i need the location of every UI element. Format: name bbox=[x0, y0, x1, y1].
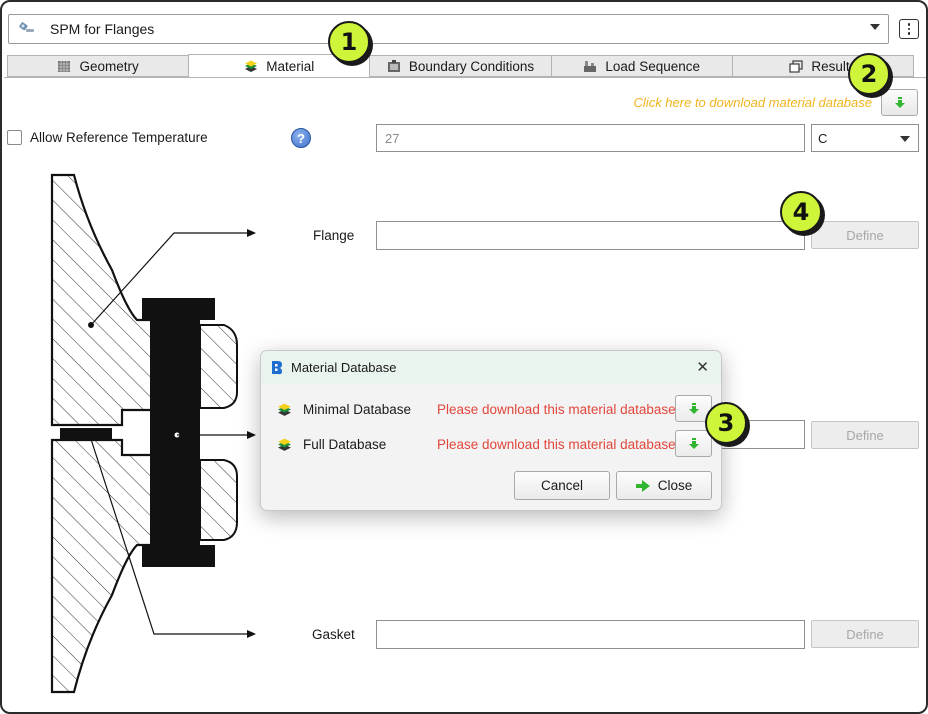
dialog-title: Material Database bbox=[291, 360, 397, 375]
cancel-label: Cancel bbox=[540, 478, 584, 493]
flange-define-button[interactable]: Define bbox=[811, 221, 919, 249]
allow-reference-temperature-label: Allow Reference Temperature bbox=[30, 130, 208, 145]
download-database-link[interactable]: Click here to download material database bbox=[562, 95, 872, 110]
material-layers-icon bbox=[278, 403, 291, 416]
download-arrow-icon bbox=[688, 402, 699, 414]
geometry-icon bbox=[58, 60, 71, 72]
tab-label: Boundary Conditions bbox=[408, 58, 535, 74]
temperature-unit-value: C bbox=[818, 130, 828, 146]
reference-temperature-input[interactable]: 27 bbox=[376, 124, 805, 152]
wrench-bolt-icon bbox=[18, 20, 36, 38]
gasket-label: Gasket bbox=[312, 627, 355, 642]
load-sequence-icon bbox=[584, 60, 597, 72]
tab-load-sequence[interactable]: Load Sequence bbox=[550, 55, 732, 77]
dialog-titlebar: Material Database ✕ bbox=[261, 351, 721, 384]
boundary-conditions-icon bbox=[387, 59, 400, 72]
close-label: Close bbox=[657, 478, 693, 493]
bolt-define-button[interactable]: Define bbox=[811, 421, 919, 449]
tab-geometry[interactable]: Geometry bbox=[7, 55, 189, 77]
arrow-right-icon bbox=[635, 479, 650, 492]
minimal-database-row: Minimal Database Please download this ma… bbox=[277, 402, 717, 417]
download-full-database-button[interactable] bbox=[675, 430, 712, 457]
results-icon bbox=[789, 59, 804, 73]
more-options-icon[interactable] bbox=[899, 19, 919, 39]
material-layers-icon bbox=[278, 438, 291, 451]
temperature-unit-dropdown[interactable]: C bbox=[811, 124, 919, 152]
minimal-database-name: Minimal Database bbox=[303, 402, 412, 417]
download-database-button[interactable] bbox=[881, 89, 918, 116]
close-button[interactable]: Close bbox=[616, 471, 712, 500]
tab-label: Geometry bbox=[79, 58, 139, 74]
material-layers-icon bbox=[245, 60, 258, 72]
chevron-down-icon bbox=[900, 136, 910, 142]
cancel-button[interactable]: Cancel bbox=[514, 471, 610, 500]
callout-4: 4 bbox=[780, 191, 822, 233]
flange-material-input[interactable] bbox=[376, 221, 805, 250]
callout-1: 1 bbox=[328, 21, 370, 63]
tab-label: Load Sequence bbox=[605, 58, 700, 74]
app-frame: SPM for Flanges Geometry Material Bounda… bbox=[0, 0, 928, 714]
full-database-status: Please download this material database bbox=[437, 437, 676, 452]
minimal-database-status: Please download this material database bbox=[437, 402, 676, 417]
full-database-row: Full Database Please download this mater… bbox=[277, 437, 717, 452]
allow-reference-temperature-checkbox[interactable] bbox=[7, 130, 22, 145]
help-icon[interactable]: ? bbox=[291, 128, 311, 148]
download-arrow-icon bbox=[894, 96, 905, 108]
download-arrow-icon bbox=[688, 437, 699, 449]
tab-label: Material bbox=[266, 59, 315, 74]
close-icon[interactable]: ✕ bbox=[696, 358, 709, 376]
gasket-material-input[interactable] bbox=[376, 620, 805, 649]
gasket-define-button[interactable]: Define bbox=[811, 620, 919, 648]
tab-divider bbox=[4, 77, 926, 78]
tab-boundary-conditions[interactable]: Boundary Conditions bbox=[369, 55, 551, 77]
flange-label: Flange bbox=[313, 228, 355, 243]
full-database-name: Full Database bbox=[303, 437, 387, 452]
material-database-dialog: Material Database ✕ Minimal Database Ple… bbox=[260, 350, 722, 511]
callout-2: 2 bbox=[848, 53, 890, 95]
chevron-down-icon bbox=[870, 24, 880, 30]
app-logo-icon bbox=[272, 361, 282, 375]
module-title: SPM for Flanges bbox=[50, 21, 155, 37]
module-dropdown[interactable]: SPM for Flanges bbox=[8, 14, 889, 44]
callout-3: 3 bbox=[705, 402, 747, 444]
tab-bar: Geometry Material Boundary Conditions Lo… bbox=[7, 54, 915, 78]
